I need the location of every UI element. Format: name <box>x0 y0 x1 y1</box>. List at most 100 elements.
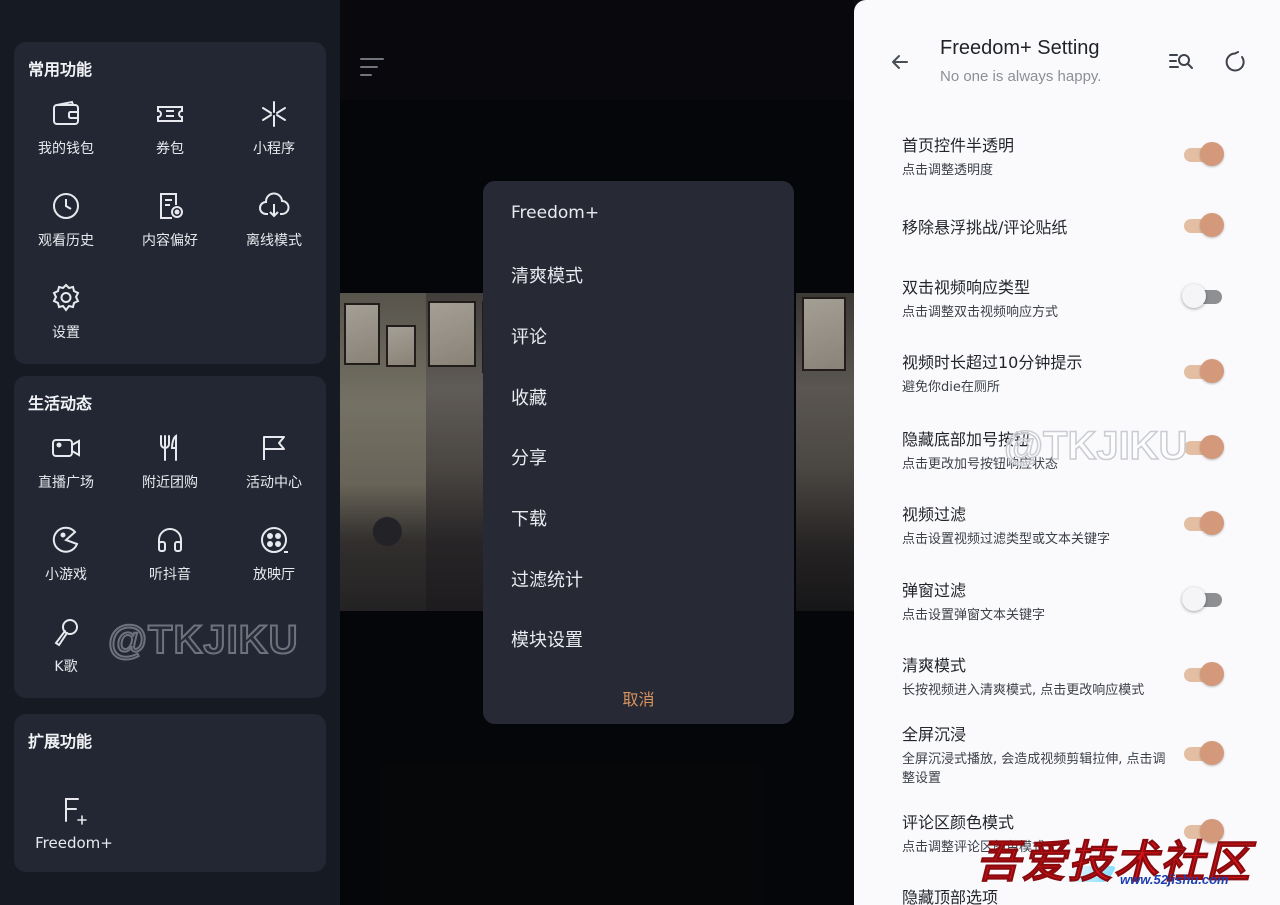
menu-item-download[interactable]: 下载 <box>511 505 547 531</box>
watermark: @TKJIKU <box>1003 423 1188 469</box>
tile-label: 小程序 <box>253 141 295 157</box>
menu-item-clean-mode[interactable]: 清爽模式 <box>511 262 583 288</box>
setting-row[interactable]: 首页控件半透明 点击调整透明度 <box>902 132 1232 180</box>
karaoke-tile[interactable]: K歌 <box>14 616 118 696</box>
tile-label: K歌 <box>54 659 78 675</box>
cloud-download-icon <box>259 192 290 218</box>
listen-douyin-tile[interactable]: 听抖音 <box>118 524 222 604</box>
menu-item-comment[interactable]: 评论 <box>511 323 547 349</box>
tile-label: 设置 <box>52 325 80 341</box>
mini-program-tile[interactable]: 小程序 <box>222 98 326 178</box>
setting-toggle[interactable] <box>1184 211 1224 237</box>
setting-desc: 点击调整透明度 <box>902 163 994 178</box>
tile-label: 活动中心 <box>246 475 302 491</box>
menu-item-share[interactable]: 分享 <box>511 444 547 470</box>
setting-row[interactable]: 移除悬浮挑战/评论贴纸 <box>902 214 1232 238</box>
tile-label: 附近团购 <box>142 475 198 491</box>
life-activity-card: 生活动态 直播广场 附近团购 活动中心 小游戏 听抖音 放映厅 K歌 @TKJI… <box>14 376 326 698</box>
setting-toggle[interactable] <box>1184 433 1224 459</box>
tile-label: 直播广场 <box>38 475 94 491</box>
gear-icon <box>52 283 80 312</box>
extended-functions-card: 扩展功能 Freedom+ <box>14 714 326 872</box>
menu-item-filter-stats[interactable]: 过滤统计 <box>511 566 583 592</box>
settings-panel: Freedom+ Setting No one is always happy.… <box>854 0 1280 905</box>
setting-row[interactable]: 视频过滤 点击设置视频过滤类型或文本关键字 <box>902 501 1232 549</box>
tile-label: 放映厅 <box>253 567 295 583</box>
setting-row[interactable]: 视频时长超过10分钟提示 避免你die在厕所 <box>902 349 1232 397</box>
menu-item-favorite[interactable]: 收藏 <box>511 384 547 410</box>
popup-title: Freedom+ <box>511 203 600 223</box>
section-title: 生活动态 <box>28 394 93 413</box>
headphones-icon <box>158 528 182 552</box>
setting-toggle[interactable] <box>1184 357 1224 383</box>
wallet-tile[interactable]: 我的钱包 <box>14 98 118 178</box>
cancel-button[interactable]: 取消 <box>483 686 794 710</box>
site-logo-url: www.52jishu.com <box>1120 872 1229 887</box>
settings-tile[interactable]: 设置 <box>14 282 118 362</box>
wallet-icon <box>53 100 79 125</box>
setting-title: 视频时长超过10分钟提示 <box>902 353 1083 372</box>
tile-label: 听抖音 <box>149 567 191 583</box>
setting-toggle[interactable] <box>1182 282 1224 308</box>
left-menu-panel: 常用功能 我的钱包 券包 小程序 观看历史 内容偏好 离线模式 设置 生活动态 … <box>0 0 340 905</box>
game-icon <box>52 526 79 553</box>
tile-label: 小游戏 <box>45 567 87 583</box>
coupon-icon <box>157 106 183 122</box>
tile-label: Freedom+ <box>35 834 113 852</box>
film-reel-icon <box>261 527 288 553</box>
setting-row[interactable]: 清爽模式 长按视频进入清爽模式, 点击更改响应模式 <box>902 652 1232 700</box>
setting-title: 首页控件半透明 <box>902 136 1015 155</box>
setting-toggle[interactable] <box>1184 739 1224 765</box>
setting-desc: 点击设置弹窗文本关键字 <box>902 608 1046 623</box>
setting-title: 移除悬浮挑战/评论贴纸 <box>902 218 1068 237</box>
back-arrow-icon[interactable] <box>890 52 910 72</box>
setting-desc: 全屏沉浸式播放, 会造成视频剪辑拉伸, 点击调整设置 <box>902 752 1166 786</box>
section-title: 常用功能 <box>28 60 93 79</box>
setting-toggle[interactable] <box>1182 585 1224 611</box>
menu-item-module-settings[interactable]: 模块设置 <box>511 626 583 652</box>
nearby-deals-tile[interactable]: 附近团购 <box>118 432 222 512</box>
tile-label: 内容偏好 <box>142 233 198 249</box>
screening-hall-tile[interactable]: 放映厅 <box>222 524 326 604</box>
freedom-plus-tile[interactable]: Freedom+ <box>22 794 126 874</box>
live-plaza-tile[interactable]: 直播广场 <box>14 432 118 512</box>
section-title: 扩展功能 <box>28 732 93 751</box>
history-tile[interactable]: 观看历史 <box>14 190 118 270</box>
tile-label: 离线模式 <box>246 233 302 249</box>
site-logo: 吾爱技术社区 www.52jishu.com <box>974 822 1280 905</box>
preference-icon <box>160 193 183 219</box>
setting-title: 全屏沉浸 <box>902 725 967 744</box>
microphone-icon <box>54 619 78 647</box>
watermark: @TKJIKU <box>107 617 299 663</box>
setting-toggle[interactable] <box>1184 140 1224 166</box>
setting-desc: 点击设置视频过滤类型或文本关键字 <box>902 532 1111 547</box>
preference-tile[interactable]: 内容偏好 <box>118 190 222 270</box>
setting-toggle[interactable] <box>1184 509 1224 535</box>
tile-label: 我的钱包 <box>38 141 94 157</box>
setting-row[interactable]: 全屏沉浸 全屏沉浸式播放, 会造成视频剪辑拉伸, 点击调整设置 <box>902 721 1232 788</box>
common-functions-card: 常用功能 我的钱包 券包 小程序 观看历史 内容偏好 离线模式 设置 <box>14 42 326 364</box>
flag-icon <box>263 436 285 460</box>
setting-desc: 避免你die在厕所 <box>902 380 1000 395</box>
setting-toggle[interactable] <box>1184 660 1224 686</box>
setting-desc: 点击调整双击视频响应方式 <box>902 305 1059 320</box>
freedom-plus-icon <box>65 798 87 825</box>
activity-center-tile[interactable]: 活动中心 <box>222 432 326 512</box>
refresh-icon[interactable] <box>1224 51 1246 73</box>
setting-title: 清爽模式 <box>902 656 967 675</box>
search-list-icon[interactable] <box>1168 50 1194 72</box>
tile-label: 观看历史 <box>38 233 94 249</box>
setting-title: 视频过滤 <box>902 505 967 524</box>
offline-tile[interactable]: 离线模式 <box>222 190 326 270</box>
setting-desc: 长按视频进入清爽模式, 点击更改响应模式 <box>902 683 1145 698</box>
mini-program-icon <box>262 101 286 127</box>
fork-knife-icon <box>160 434 177 461</box>
mini-game-tile[interactable]: 小游戏 <box>14 524 118 604</box>
page-title: Freedom+ Setting <box>940 37 1100 59</box>
live-camera-icon <box>52 439 80 457</box>
page-subtitle: No one is always happy. <box>940 68 1102 85</box>
freedom-plus-popup-menu: Freedom+ 清爽模式 评论 收藏 分享 下载 过滤统计 模块设置 取消 <box>483 181 794 724</box>
coupon-tile[interactable]: 券包 <box>118 98 222 178</box>
clock-icon <box>53 193 79 219</box>
tile-label: 券包 <box>156 141 184 157</box>
